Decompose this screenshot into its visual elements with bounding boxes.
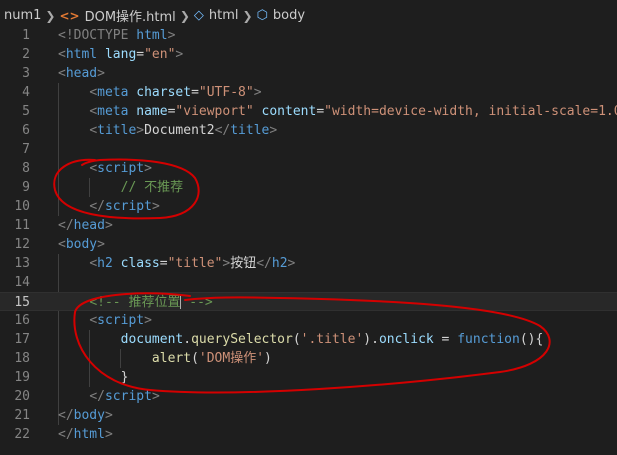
line-number: 6 bbox=[22, 123, 30, 138]
code-text: <meta charset="UTF-8"> bbox=[89, 85, 262, 100]
line-number: 9 bbox=[22, 180, 30, 195]
code-line-15[interactable]: 15 <!-- 推荐位置 --> bbox=[0, 292, 617, 311]
code-text: <head> bbox=[58, 66, 105, 81]
breadcrumb-html[interactable]: ◇ html bbox=[194, 8, 239, 23]
code-line-13[interactable]: 13 <h2 class="title">按钮</h2> bbox=[0, 254, 617, 273]
code-text: <!-- 推荐位置 --> bbox=[89, 294, 213, 310]
breadcrumb-file-label: DOM操作.html bbox=[84, 10, 176, 25]
line-number: 15 bbox=[14, 295, 30, 310]
code-text: <!DOCTYPE html> bbox=[58, 28, 176, 43]
breadcrumb-folder-label: num1 bbox=[4, 8, 42, 23]
line-number: 2 bbox=[22, 47, 30, 62]
line-number: 1 bbox=[22, 28, 30, 43]
code-line-1[interactable]: 1 <!DOCTYPE html> bbox=[0, 26, 617, 45]
line-number: 10 bbox=[14, 199, 30, 214]
cube-icon: ⬡ bbox=[256, 8, 268, 23]
code-line-21[interactable]: 21 </body> bbox=[0, 406, 617, 425]
code-line-2[interactable]: 2 <html lang="en"> bbox=[0, 45, 617, 64]
code-text: alert('DOM操作') bbox=[151, 351, 272, 366]
line-number: 5 bbox=[22, 104, 30, 119]
code-text: <script> bbox=[89, 313, 152, 328]
tag-icon: ◇ bbox=[193, 8, 204, 23]
line-number: 20 bbox=[14, 389, 30, 404]
line-number: 13 bbox=[14, 256, 30, 271]
breadcrumb-body[interactable]: ⬡ body bbox=[257, 8, 306, 23]
code-line-3[interactable]: 3 <head> bbox=[0, 64, 617, 83]
code-editor[interactable]: 1 <!DOCTYPE html> 2 <html lang="en"> 3 <… bbox=[0, 26, 617, 455]
code-text: <script> bbox=[89, 161, 152, 176]
breadcrumb-folder[interactable]: num1 bbox=[4, 8, 41, 23]
line-number: 12 bbox=[14, 237, 30, 252]
line-number: 11 bbox=[14, 218, 30, 233]
code-text: <meta name="viewport" content="width=dev… bbox=[89, 104, 617, 119]
code-text: document.querySelector('.title').onclick… bbox=[120, 332, 544, 347]
code-text: <title>Document2</title> bbox=[89, 123, 278, 138]
code-line-5[interactable]: 5 <meta name="viewport" content="width=d… bbox=[0, 102, 617, 121]
code-line-14[interactable]: 14 bbox=[0, 273, 617, 292]
code-text: </body> bbox=[58, 408, 113, 423]
breadcrumb-file[interactable]: <> DOM操作.html bbox=[59, 6, 176, 26]
line-number: 22 bbox=[14, 427, 30, 442]
code-line-22[interactable]: 22 </html> bbox=[0, 425, 617, 444]
code-text: </script> bbox=[89, 389, 160, 404]
chevron-right-icon: ❯ bbox=[179, 8, 190, 23]
code-line-9[interactable]: 9 // 不推荐 bbox=[0, 178, 617, 197]
code-text: <html lang="en"> bbox=[58, 47, 184, 62]
breadcrumb-body-label: body bbox=[272, 8, 306, 23]
code-line-11[interactable]: 11 </head> bbox=[0, 216, 617, 235]
code-text: </script> bbox=[89, 199, 160, 214]
code-line-8[interactable]: 8 <script> bbox=[0, 159, 617, 178]
code-line-20[interactable]: 20 </script> bbox=[0, 387, 617, 406]
code-line-10[interactable]: 10 </script> bbox=[0, 197, 617, 216]
line-number: 21 bbox=[14, 408, 30, 423]
chevron-right-icon: ❯ bbox=[45, 8, 56, 23]
code-text: <body> bbox=[58, 237, 105, 252]
code-line-18[interactable]: 18 alert('DOM操作') bbox=[0, 349, 617, 368]
code-text: // 不推荐 bbox=[120, 180, 184, 195]
code-line-4[interactable]: 4 <meta charset="UTF-8"> bbox=[0, 83, 617, 102]
line-number: 4 bbox=[22, 85, 30, 100]
code-text: } bbox=[120, 370, 129, 385]
code-line-7[interactable]: 7 bbox=[0, 140, 617, 159]
line-number: 18 bbox=[14, 351, 30, 366]
code-line-12[interactable]: 12 <body> bbox=[0, 235, 617, 254]
code-text: </head> bbox=[58, 218, 113, 233]
code-line-16[interactable]: 16 <script> bbox=[0, 311, 617, 330]
chevron-right-icon: ❯ bbox=[242, 8, 253, 23]
breadcrumb-html-label: html bbox=[208, 8, 239, 23]
code-text: </html> bbox=[58, 427, 113, 442]
line-number: 19 bbox=[14, 370, 30, 385]
line-number: 14 bbox=[14, 275, 30, 290]
line-number: 17 bbox=[14, 332, 30, 347]
code-line-17[interactable]: 17 document.querySelector('.title').oncl… bbox=[0, 330, 617, 349]
line-number: 3 bbox=[22, 66, 30, 81]
code-line-6[interactable]: 6 <title>Document2</title> bbox=[0, 121, 617, 140]
code-line-19[interactable]: 19 } bbox=[0, 368, 617, 387]
line-number: 16 bbox=[14, 313, 30, 328]
html-file-icon: <> bbox=[59, 8, 80, 23]
line-number: 8 bbox=[22, 161, 30, 176]
line-number: 7 bbox=[22, 142, 30, 157]
code-text: <h2 class="title">按钮</h2> bbox=[89, 256, 296, 271]
